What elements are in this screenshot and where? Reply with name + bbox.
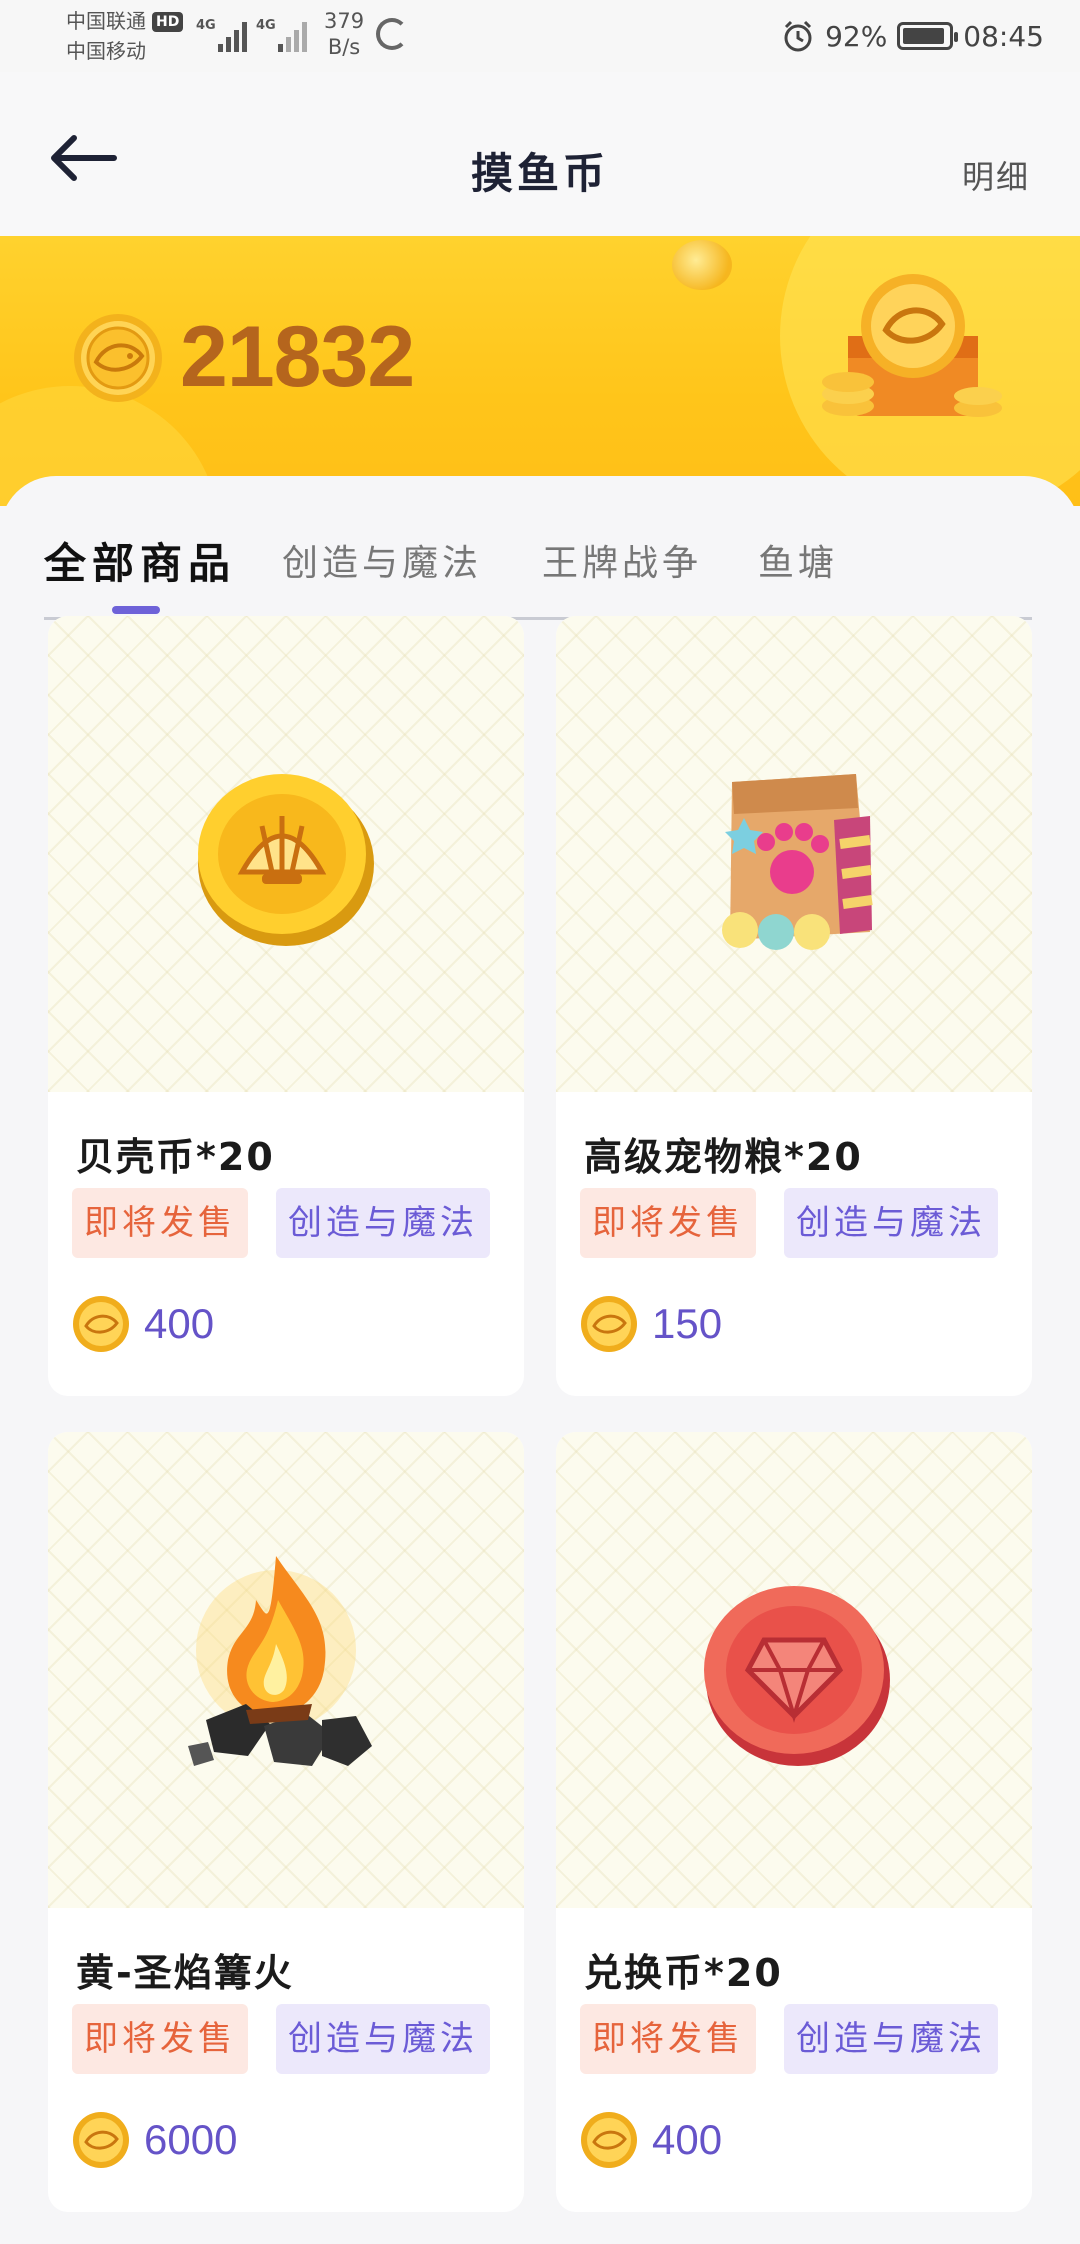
hd-badge: HD	[152, 12, 184, 32]
product-name: 贝壳币*20	[76, 1135, 275, 1179]
product-card[interactable]: 兑换币*20 即将发售 创造与魔法 400	[556, 1432, 1032, 2212]
status-bar: 中国联通 HD 中国移动 4G 4G 379 B/s 92% 08:45	[0, 0, 1080, 72]
shop-panel: 全部商品 创造与魔法 王牌战争 鱼塘 贝壳币*20 即将发售 创造与魔法 400…	[0, 476, 1080, 2244]
product-name: 兑换币*20	[584, 1951, 783, 1995]
fish-coin-icon	[73, 1296, 129, 1352]
tab-ace-war[interactable]: 王牌战争	[542, 534, 702, 586]
product-price: 6000	[144, 2116, 238, 2163]
product-price: 400	[144, 1300, 215, 1347]
network-speed: 379 B/s	[324, 8, 364, 60]
pet-food-bag-icon	[722, 774, 873, 950]
fish-coin-icon	[74, 313, 162, 402]
category-tabs: 全部商品 创造与魔法 王牌战争 鱼塘	[44, 500, 1032, 620]
product-price: 150	[652, 1300, 723, 1347]
product-name: 高级宠物粮*20	[584, 1135, 863, 1179]
category-tag: 创造与魔法	[784, 2004, 998, 2074]
product-image	[556, 616, 1032, 1092]
carrier-1: 中国联通	[66, 9, 146, 33]
status-tag: 即将发售	[580, 2004, 756, 2074]
price-row: 6000	[72, 2108, 237, 2172]
treasure-chest-icon	[822, 274, 1002, 417]
exchange-coin-icon	[704, 1586, 890, 1766]
network-speed-value: 379	[324, 9, 365, 33]
product-price: 400	[652, 2116, 723, 2163]
status-tag: 即将发售	[72, 2004, 248, 2074]
tab-all-products[interactable]: 全部商品	[44, 530, 236, 591]
battery-icon	[897, 22, 959, 50]
floating-coin-icon	[672, 240, 732, 290]
status-tag: 即将发售	[72, 1188, 248, 1258]
alarm-icon	[781, 19, 815, 53]
active-tab-indicator	[112, 606, 160, 614]
category-tag: 创造与魔法	[784, 1188, 998, 1258]
price-row: 400	[580, 2108, 722, 2172]
coin-balance: 21832	[180, 309, 415, 405]
product-card[interactable]: 黄-圣焰篝火 即将发售 创造与魔法 6000	[48, 1432, 524, 2212]
fish-coin-icon	[73, 2112, 129, 2168]
price-row: 150	[580, 1292, 722, 1356]
product-image	[48, 616, 524, 1092]
fish-coin-icon	[581, 1296, 637, 1352]
product-card[interactable]: 高级宠物粮*20 即将发售 创造与魔法 150	[556, 616, 1032, 1396]
campfire-icon	[188, 1556, 372, 1766]
shell-coin-icon	[198, 774, 374, 946]
tab-fish-pond[interactable]: 鱼塘	[758, 534, 838, 586]
network-type-1: 4G	[196, 18, 216, 33]
status-tag: 即将发售	[580, 1188, 756, 1258]
product-name: 黄-圣焰篝火	[76, 1951, 294, 1995]
tab-create-and-magic[interactable]: 创造与魔法	[282, 534, 482, 586]
app-header: 摸鱼币 明细	[0, 72, 1080, 236]
carrier-2: 中国移动	[66, 39, 146, 63]
category-tag: 创造与魔法	[276, 2004, 490, 2074]
battery-percent: 92%	[825, 19, 888, 53]
page-title: 摸鱼币	[470, 149, 609, 198]
network-type-2: 4G	[256, 18, 276, 33]
fish-coin-icon	[581, 2112, 637, 2168]
detail-link[interactable]: 明细	[962, 152, 1030, 198]
price-row: 400	[72, 1292, 214, 1356]
loading-icon	[376, 18, 408, 50]
product-image	[48, 1432, 524, 1908]
category-tag: 创造与魔法	[276, 1188, 490, 1258]
clock: 08:45	[963, 19, 1044, 53]
balance-display: 21832	[72, 308, 415, 407]
balance-banner: 21832	[0, 236, 1080, 506]
product-card[interactable]: 贝壳币*20 即将发售 创造与魔法 400	[48, 616, 524, 1396]
product-image	[556, 1432, 1032, 1908]
network-speed-unit: B/s	[327, 35, 361, 59]
carrier-info: 中国联通 HD 中国移动	[66, 6, 184, 66]
